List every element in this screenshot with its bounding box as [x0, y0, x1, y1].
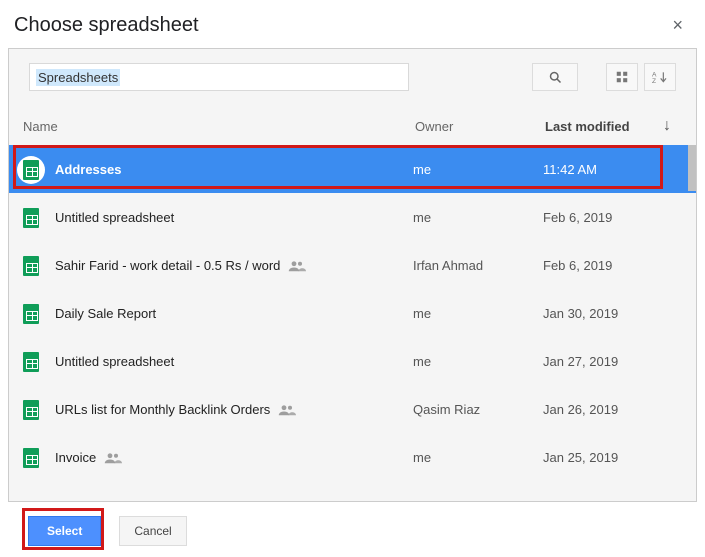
cancel-button[interactable]: Cancel [119, 516, 186, 546]
file-modified: 11:42 AM [543, 162, 653, 177]
file-name: Sahir Farid - work detail - 0.5 Rs / wor… [55, 258, 280, 273]
file-owner: Qasim Riaz [413, 402, 543, 417]
shared-icon [278, 404, 296, 416]
file-modified: Jan 30, 2019 [543, 306, 653, 321]
file-row[interactable]: URLs list for Monthly Backlink Orders Qa… [9, 385, 696, 433]
file-owner: me [413, 210, 543, 225]
file-modified: Feb 6, 2019 [543, 210, 653, 225]
grid-view-button[interactable] [606, 63, 638, 91]
file-modified: Jan 27, 2019 [543, 354, 653, 369]
file-name: Invoice [55, 450, 96, 465]
search-input[interactable]: Spreadsheets [36, 69, 120, 86]
file-modified: Jan 25, 2019 [543, 450, 653, 465]
dialog-title: Choose spreadsheet [14, 14, 199, 37]
file-name: Addresses [55, 162, 121, 177]
file-owner: me [413, 162, 543, 177]
file-name: Untitled spreadsheet [55, 210, 174, 225]
sort-direction-icon[interactable]: ↓ [651, 117, 671, 135]
shared-icon [104, 452, 122, 464]
header-last-modified[interactable]: Last modified [545, 119, 651, 134]
file-row[interactable]: Untitled spreadsheet me Jan 27, 2019 [9, 337, 696, 385]
file-name: Untitled spreadsheet [55, 354, 174, 369]
file-owner: me [413, 306, 543, 321]
sheets-icon [17, 156, 45, 184]
sheets-icon [19, 446, 43, 470]
sheets-icon [19, 398, 43, 422]
svg-text:Z: Z [652, 78, 656, 84]
file-row[interactable]: Invoice me Jan 25, 2019 [9, 433, 696, 481]
file-name: URLs list for Monthly Backlink Orders [55, 402, 270, 417]
sheets-icon [19, 206, 43, 230]
shared-icon [288, 260, 306, 272]
file-owner: me [413, 450, 543, 465]
file-row[interactable]: Untitled spreadsheet me Feb 6, 2019 [9, 193, 696, 241]
file-modified: Jan 26, 2019 [543, 402, 653, 417]
view-sort-group: AZ [606, 63, 676, 91]
sort-az-icon: AZ [652, 70, 668, 84]
svg-text:A: A [652, 71, 657, 78]
search-icon [548, 70, 563, 85]
grid-view-icon [615, 70, 629, 84]
sort-az-button[interactable]: AZ [644, 63, 676, 91]
header-name[interactable]: Name [23, 119, 415, 134]
choose-spreadsheet-dialog: Choose spreadsheet × Spreadsheets AZ Nam… [0, 0, 705, 557]
file-row[interactable]: Addresses me 11:42 AM [9, 145, 696, 193]
header-owner[interactable]: Owner [415, 119, 545, 134]
picker-toolbar: Spreadsheets AZ [9, 49, 696, 97]
file-name: Daily Sale Report [55, 306, 156, 321]
sheets-icon [19, 254, 43, 278]
dialog-titlebar: Choose spreadsheet × [0, 0, 705, 48]
file-owner: Irfan Ahmad [413, 258, 543, 273]
file-row[interactable]: Sahir Farid - work detail - 0.5 Rs / wor… [9, 241, 696, 289]
file-picker: Spreadsheets AZ Name Owner Last modified… [8, 48, 697, 502]
file-list: Addresses me 11:42 AM Untitled spreadshe… [9, 145, 696, 481]
column-headers: Name Owner Last modified ↓ [9, 97, 696, 145]
search-button[interactable] [532, 63, 578, 91]
file-owner: me [413, 354, 543, 369]
file-row[interactable]: Daily Sale Report me Jan 30, 2019 [9, 289, 696, 337]
dialog-footer: Select Cancel [0, 502, 705, 546]
scrollbar[interactable] [688, 145, 696, 191]
sheets-icon [19, 350, 43, 374]
sheets-icon [19, 302, 43, 326]
file-modified: Feb 6, 2019 [543, 258, 653, 273]
select-button[interactable]: Select [28, 516, 101, 546]
close-button[interactable]: × [668, 12, 687, 38]
search-input-wrap[interactable]: Spreadsheets [29, 63, 409, 91]
